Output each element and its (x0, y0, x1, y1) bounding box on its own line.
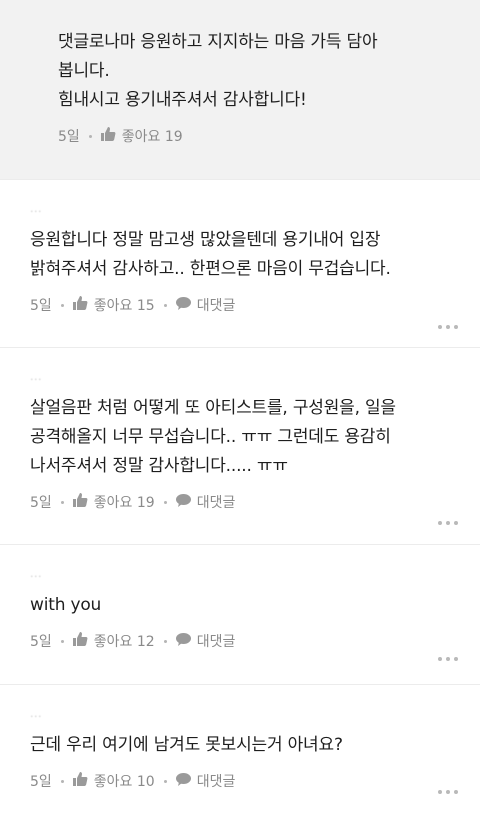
comment-meta: 5일 좋아요 12 대댓글 (30, 631, 460, 651)
separator-dot (163, 779, 167, 783)
like-button-label[interactable]: 좋아요 19 (122, 126, 183, 146)
comment-meta: 5일 좋아요 15 대댓글 (30, 295, 460, 315)
separator-dot (163, 500, 167, 504)
comment-text: 근데 우리 여기에 남겨도 못보시는거 아녀요? (30, 735, 343, 755)
comment-item: 댓글로나마 응원하고 지지하는 마음 가득 담아 봅니다. 힘내시고 용기내주셔… (0, 0, 480, 180)
reply-button-label[interactable]: 대댓글 (197, 771, 236, 791)
comment-text: 살얼음판 처럼 어떻게 또 아티스트를, 구성원을, 일을 공격해올지 너무 무… (30, 398, 396, 476)
more-dots-icon[interactable] (438, 521, 458, 525)
separator-dot (60, 639, 64, 643)
thumbs-up-icon[interactable] (72, 296, 88, 314)
comment-author[interactable]: ... (30, 202, 460, 216)
comment-meta: 5일 좋아요 10 대댓글 (30, 771, 460, 791)
comment-author[interactable]: ... (30, 370, 460, 384)
comment-list: 댓글로나마 응원하고 지지하는 마음 가득 담아 봅니다. 힘내시고 용기내주셔… (0, 0, 480, 831)
separator-dot (163, 303, 167, 307)
speech-bubble-icon[interactable] (175, 296, 191, 314)
like-button-label[interactable]: 좋아요 15 (94, 295, 155, 315)
comment-time: 5일 (30, 774, 52, 790)
speech-bubble-icon[interactable] (175, 493, 191, 511)
comment-author[interactable]: ... (30, 567, 460, 581)
like-button-label[interactable]: 좋아요 19 (94, 492, 155, 512)
comment-item: ... 응원합니다 정말 맘고생 많았을텐데 용기내어 입장 밝혀주셔서 감사하… (0, 180, 480, 348)
like-button-label[interactable]: 좋아요 12 (94, 631, 155, 651)
separator-dot (60, 303, 64, 307)
comment-meta: 5일 좋아요 19 대댓글 (30, 492, 460, 512)
comment-time: 5일 (58, 129, 80, 145)
separator-dot (88, 134, 92, 138)
separator-dot (60, 779, 64, 783)
comment-text: 댓글로나마 응원하고 지지하는 마음 가득 담아 봅니다. 힘내시고 용기내주셔… (58, 32, 378, 110)
comment-time: 5일 (30, 495, 52, 511)
more-dots-icon[interactable] (438, 790, 458, 794)
thumbs-up-icon[interactable] (72, 632, 88, 650)
comment-time: 5일 (30, 298, 52, 314)
comment-meta: 5일 좋아요 19 (58, 126, 460, 146)
comment-time: 5일 (30, 634, 52, 650)
thumbs-up-icon[interactable] (72, 493, 88, 511)
like-button-label[interactable]: 좋아요 10 (94, 771, 155, 791)
speech-bubble-icon[interactable] (175, 632, 191, 650)
separator-dot (60, 500, 64, 504)
more-dots-icon[interactable] (438, 657, 458, 661)
thumbs-up-icon[interactable] (72, 772, 88, 790)
reply-button-label[interactable]: 대댓글 (197, 492, 236, 512)
comment-item: ... with you 5일 좋아요 12 대댓글 (0, 545, 480, 685)
reply-button-label[interactable]: 대댓글 (197, 631, 236, 651)
comment-text: with you (30, 595, 102, 615)
separator-dot (163, 639, 167, 643)
comment-text: 응원합니다 정말 맘고생 많았을텐데 용기내어 입장 밝혀주셔서 감사하고.. … (30, 230, 391, 279)
more-dots-icon[interactable] (438, 325, 458, 329)
comment-item: ... 살얼음판 처럼 어떻게 또 아티스트를, 구성원을, 일을 공격해올지 … (0, 348, 480, 545)
reply-button-label[interactable]: 대댓글 (197, 295, 236, 315)
thumbs-up-icon[interactable] (100, 127, 116, 145)
comment-author[interactable]: ... (30, 707, 460, 721)
speech-bubble-icon[interactable] (175, 772, 191, 790)
comment-item: ... 근데 우리 여기에 남겨도 못보시는거 아녀요? 5일 좋아요 10 대… (0, 685, 480, 831)
